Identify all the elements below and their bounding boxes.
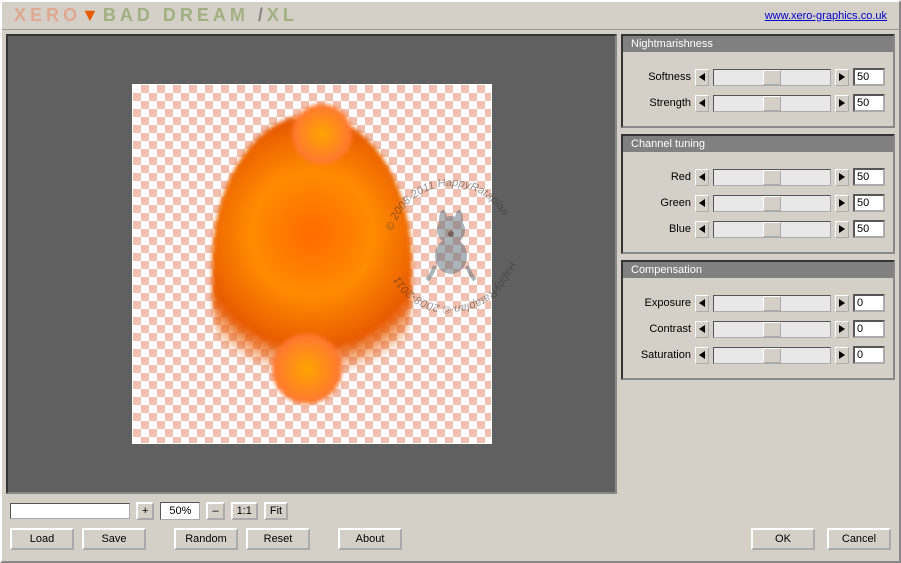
reset-button[interactable]: Reset bbox=[246, 528, 310, 550]
save-button[interactable]: Save bbox=[82, 528, 146, 550]
cancel-button[interactable]: Cancel bbox=[827, 528, 891, 550]
random-button[interactable]: Random bbox=[174, 528, 238, 550]
green-label: Green bbox=[631, 197, 691, 209]
red-label: Red bbox=[631, 171, 691, 183]
zoom-fit-button[interactable]: Fit bbox=[264, 502, 288, 520]
zoom-in-button[interactable]: + bbox=[136, 502, 154, 520]
exposure-label: Exposure bbox=[631, 297, 691, 309]
slider-thumb[interactable] bbox=[763, 70, 781, 85]
contrast-label: Contrast bbox=[631, 323, 691, 335]
zoom-controls: + 50% – 1:1 Fit bbox=[10, 502, 891, 520]
nightmarishness-group: Nightmarishness Softness Strength bbox=[621, 34, 895, 128]
compensation-group: Compensation Exposure Contrast Saturatio… bbox=[621, 260, 895, 380]
strength-increase[interactable] bbox=[835, 95, 849, 112]
vendor-url-link[interactable]: www.xero-graphics.co.uk bbox=[765, 10, 887, 22]
green-row: Green bbox=[623, 190, 893, 216]
strength-row: Strength bbox=[623, 90, 893, 116]
contrast-slider[interactable] bbox=[713, 321, 831, 338]
group-title: Compensation bbox=[623, 262, 893, 278]
red-increase[interactable] bbox=[835, 169, 849, 186]
blue-decrease[interactable] bbox=[695, 221, 709, 238]
saturation-increase[interactable] bbox=[835, 347, 849, 364]
contrast-decrease[interactable] bbox=[695, 321, 709, 338]
softness-row: Softness bbox=[623, 64, 893, 90]
blue-label: Blue bbox=[631, 223, 691, 235]
green-value[interactable] bbox=[853, 194, 885, 212]
softness-decrease[interactable] bbox=[695, 69, 709, 86]
slider-thumb[interactable] bbox=[763, 322, 781, 337]
dog-icon bbox=[413, 206, 489, 282]
saturation-value[interactable] bbox=[853, 346, 885, 364]
green-slider[interactable] bbox=[713, 195, 831, 212]
zoom-progress[interactable] bbox=[10, 503, 130, 519]
red-row: Red bbox=[623, 164, 893, 190]
blue-value[interactable] bbox=[853, 220, 885, 238]
zoom-value: 50% bbox=[160, 502, 200, 520]
zoom-out-button[interactable]: – bbox=[206, 502, 224, 520]
group-title: Nightmarishness bbox=[623, 36, 893, 52]
preview-panel: © 2008-2011 HappyRataplan HappyRataplan … bbox=[6, 34, 617, 494]
green-decrease[interactable] bbox=[695, 195, 709, 212]
about-button[interactable]: About bbox=[338, 528, 402, 550]
flower-artwork bbox=[212, 114, 412, 414]
slider-thumb[interactable] bbox=[763, 96, 781, 111]
exposure-row: Exposure bbox=[623, 290, 893, 316]
softness-increase[interactable] bbox=[835, 69, 849, 86]
exposure-slider[interactable] bbox=[713, 295, 831, 312]
contrast-increase[interactable] bbox=[835, 321, 849, 338]
strength-value[interactable] bbox=[853, 94, 885, 112]
red-slider[interactable] bbox=[713, 169, 831, 186]
contrast-row: Contrast bbox=[623, 316, 893, 342]
blue-row: Blue bbox=[623, 216, 893, 242]
saturation-row: Saturation bbox=[623, 342, 893, 368]
softness-label: Softness bbox=[631, 71, 691, 83]
slider-thumb[interactable] bbox=[763, 196, 781, 211]
green-increase[interactable] bbox=[835, 195, 849, 212]
slider-thumb[interactable] bbox=[763, 348, 781, 363]
blue-slider[interactable] bbox=[713, 221, 831, 238]
app-logo: XERO▼BAD DREAM /XL bbox=[14, 5, 298, 26]
strength-label: Strength bbox=[631, 97, 691, 109]
group-title: Channel tuning bbox=[623, 136, 893, 152]
red-value[interactable] bbox=[853, 168, 885, 186]
softness-slider[interactable] bbox=[713, 69, 831, 86]
slider-thumb[interactable] bbox=[763, 170, 781, 185]
red-decrease[interactable] bbox=[695, 169, 709, 186]
blue-increase[interactable] bbox=[835, 221, 849, 238]
exposure-decrease[interactable] bbox=[695, 295, 709, 312]
saturation-label: Saturation bbox=[631, 349, 691, 361]
strength-slider[interactable] bbox=[713, 95, 831, 112]
bottom-bar: + 50% – 1:1 Fit Load Save Random Reset A… bbox=[2, 498, 899, 554]
controls-panel: Nightmarishness Softness Strength Channe… bbox=[621, 30, 899, 498]
slider-thumb[interactable] bbox=[763, 296, 781, 311]
title-bar: XERO▼BAD DREAM /XL www.xero-graphics.co.… bbox=[2, 2, 899, 30]
softness-value[interactable] bbox=[853, 68, 885, 86]
slider-thumb[interactable] bbox=[763, 222, 781, 237]
channel-group: Channel tuning Red Green Blue bbox=[621, 134, 895, 254]
saturation-slider[interactable] bbox=[713, 347, 831, 364]
zoom-1to1-button[interactable]: 1:1 bbox=[231, 502, 258, 520]
preview-image[interactable]: © 2008-2011 HappyRataplan HappyRataplan … bbox=[132, 84, 492, 444]
strength-decrease[interactable] bbox=[695, 95, 709, 112]
contrast-value[interactable] bbox=[853, 320, 885, 338]
ok-button[interactable]: OK bbox=[751, 528, 815, 550]
saturation-decrease[interactable] bbox=[695, 347, 709, 364]
load-button[interactable]: Load bbox=[10, 528, 74, 550]
exposure-increase[interactable] bbox=[835, 295, 849, 312]
exposure-value[interactable] bbox=[853, 294, 885, 312]
